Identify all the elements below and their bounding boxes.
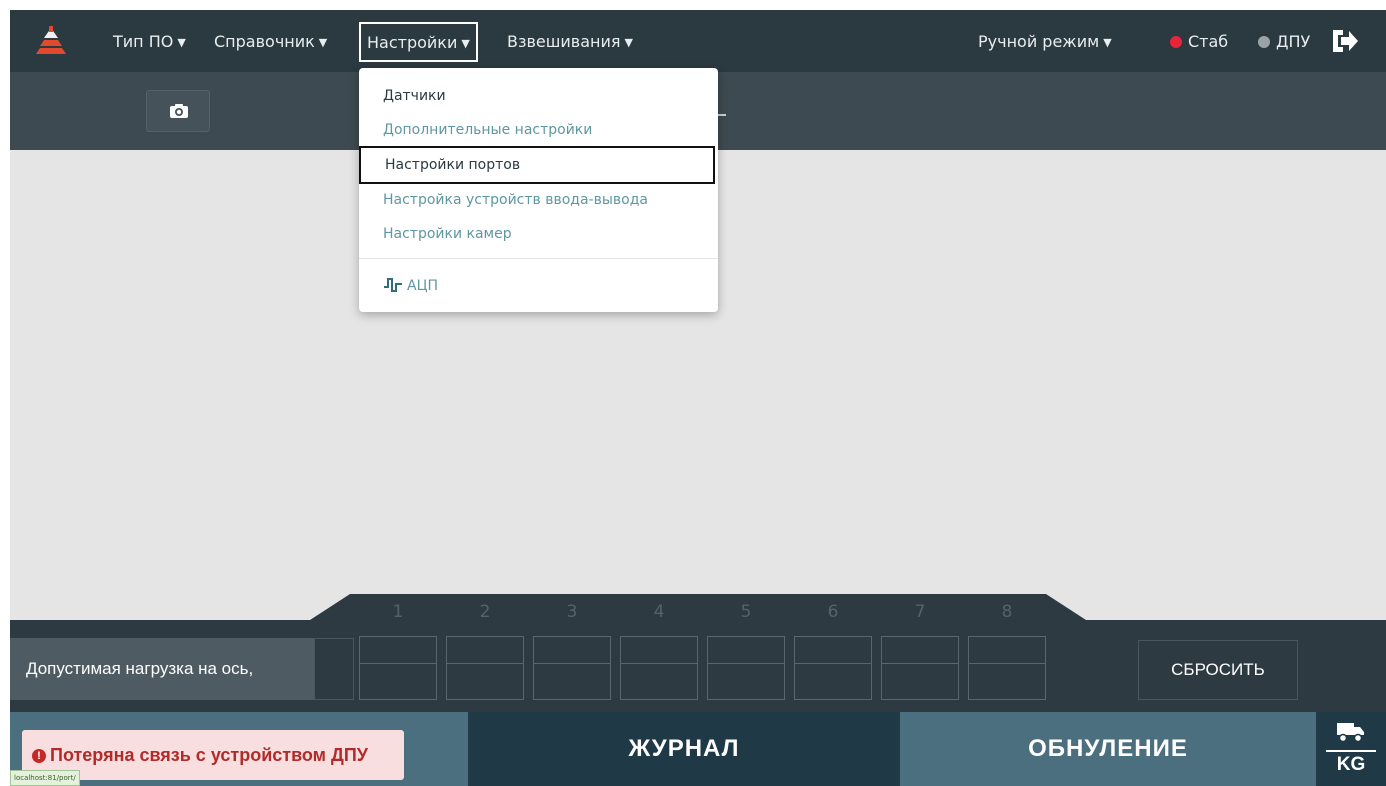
axle-number: 6 [827,602,839,622]
mode-dropdown-label: Ручной режим [978,32,1100,51]
signal-wave-icon [384,278,402,292]
camera-button[interactable] [146,90,210,132]
bottom-bar: ! Потеряна связь с устройством ДПУ localh… [10,712,1386,786]
menu-software-type-label: Тип ПО [113,32,174,51]
menu-item-port-settings[interactable]: Настройки портов [359,146,715,184]
menu-weighings[interactable]: Взвешивания ▼ [507,30,633,54]
top-navbar: Тип ПО ▼ Справочник ▼ Настройки ▼ Взвешиван… [10,10,1386,72]
menu-divider [359,258,718,259]
axle-load-cell [620,636,698,700]
menu-item-adc[interactable]: АЦП [383,272,438,300]
journal-button[interactable]: ЖУРНАЛ [468,712,900,786]
axle-number: 8 [1001,602,1013,622]
axle-number: 2 [479,602,491,622]
camera-icon [170,104,188,118]
axle-panel: 1 2 3 4 5 6 7 8 Допустимая нагрузка на о… [10,594,1386,712]
menu-settings[interactable]: Настройки ▼ [359,22,478,62]
menu-item-io-devices[interactable]: Настройка устройств ввода-вывода [383,186,648,214]
logout-icon[interactable] [1330,27,1360,55]
stable-indicator-label: Стаб [1188,32,1229,51]
unit-toggle[interactable]: KG [1316,712,1386,786]
alert-icon: ! [32,749,46,763]
truck-icon [1337,723,1364,743]
axle-number: 4 [653,602,665,622]
menu-reference-label: Справочник [214,32,315,51]
axle-load-cell [968,636,1046,700]
chevron-down-icon: ▼ [461,37,470,50]
axle-load-cell [881,636,959,700]
mode-dropdown[interactable]: Ручной режим ▼ [978,30,1112,54]
menu-weighings-label: Взвешивания [507,32,621,51]
allowed-axle-load-value [314,638,354,700]
toolbar-divider [718,114,726,116]
chevron-down-icon: ▼ [318,36,328,49]
axle-load-cell [533,636,611,700]
menu-item-sensors[interactable]: Датчики [383,82,446,110]
axle-load-cell [446,636,524,700]
dpu-indicator-label: ДПУ [1276,32,1311,51]
allowed-axle-load-label: Допустимая нагрузка на ось, [10,638,314,700]
chevron-down-icon: ▼ [177,36,186,49]
alert-text: Потеряна связь с устройством ДПУ [50,745,368,765]
status-area: ! Потеряна связь с устройством ДПУ localh… [10,712,468,786]
menu-item-cameras[interactable]: Настройки камер [383,220,512,248]
axle-number: 5 [740,602,752,622]
url-status-hint: localhost:81/port/ [10,770,80,786]
axle-number: 1 [392,602,404,622]
menu-settings-label: Настройки [367,33,458,52]
chevron-down-icon: ▼ [624,36,633,49]
axle-load-cell [359,636,437,700]
settings-dropdown-menu: Датчики Дополнительные настройки Настрой… [359,68,718,312]
menu-software-type[interactable]: Тип ПО ▼ [113,30,186,54]
app-logo-icon[interactable] [32,24,70,58]
zero-button[interactable]: ОБНУЛЕНИЕ [900,712,1316,786]
axle-load-cell [707,636,785,700]
dpu-indicator: ДПУ [1258,30,1310,54]
stable-indicator: Стаб [1170,30,1228,54]
status-dot-icon [1258,36,1270,48]
menu-reference[interactable]: Справочник ▼ [214,30,327,54]
reset-button[interactable]: СБРОСИТЬ [1138,640,1298,700]
axle-number: 3 [566,602,578,622]
status-dot-icon [1170,36,1182,48]
axle-number: 7 [914,602,926,622]
unit-label: KG [1336,754,1366,775]
menu-item-adc-label: АЦП [407,278,438,294]
chevron-down-icon: ▼ [1103,36,1112,49]
axle-load-cell [794,636,872,700]
unit-divider [1326,750,1376,752]
menu-item-additional-settings[interactable]: Дополнительные настройки [383,116,592,144]
